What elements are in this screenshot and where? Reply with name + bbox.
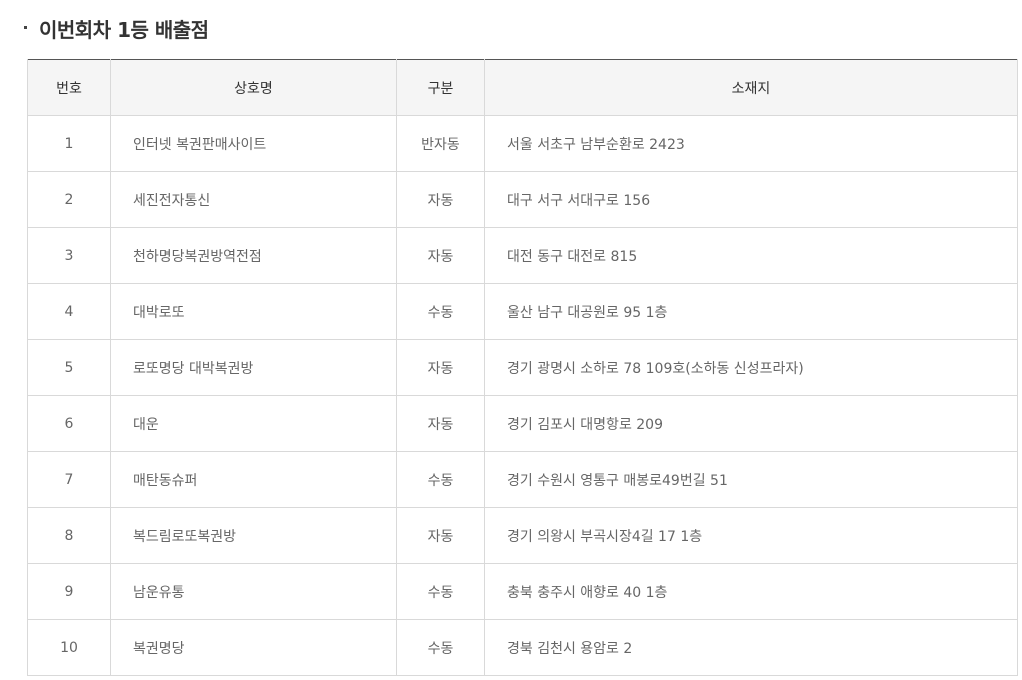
row-type: 자동: [396, 507, 485, 564]
section-header: 이번회차 1등 배출점: [24, 12, 209, 44]
row-address: 서울 서초구 남부순환로 2423: [484, 115, 1018, 172]
table-row: 10 복권명당 수동 경북 김천시 용암로 2: [27, 619, 1018, 676]
row-type: 자동: [396, 395, 485, 452]
table-header-row: 번호 상호명 구분 소재지: [27, 59, 1018, 116]
row-address: 대구 서구 서대구로 156: [484, 171, 1018, 228]
row-no: 9: [27, 563, 111, 620]
row-no: 5: [27, 339, 111, 396]
row-store-name: 세진전자통신: [110, 171, 397, 228]
row-no: 6: [27, 395, 111, 452]
row-address: 경기 광명시 소하로 78 109호(소하동 신성프라자): [484, 339, 1018, 396]
row-type: 자동: [396, 339, 485, 396]
header-address: 소재지: [484, 59, 1018, 116]
row-store-name: 로또명당 대박복권방: [110, 339, 397, 396]
row-type: 자동: [396, 171, 485, 228]
table-row: 1 인터넷 복권판매사이트 반자동 서울 서초구 남부순환로 2423: [27, 115, 1018, 172]
row-no: 7: [27, 451, 111, 508]
row-address: 대전 동구 대전로 815: [484, 227, 1018, 284]
row-store-name: 천하명당복권방역전점: [110, 227, 397, 284]
row-address: 경북 김천시 용암로 2: [484, 619, 1018, 676]
table-row: 8 복드림로또복권방 자동 경기 의왕시 부곡시장4길 17 1층: [27, 507, 1018, 564]
row-no: 2: [27, 171, 111, 228]
row-type: 반자동: [396, 115, 485, 172]
row-type: 자동: [396, 227, 485, 284]
row-store-name: 복권명당: [110, 619, 397, 676]
row-address: 경기 의왕시 부곡시장4길 17 1층: [484, 507, 1018, 564]
row-address: 울산 남구 대공원로 95 1층: [484, 283, 1018, 340]
row-no: 3: [27, 227, 111, 284]
row-address: 경기 수원시 영통구 매봉로49번길 51: [484, 451, 1018, 508]
table-row: 4 대박로또 수동 울산 남구 대공원로 95 1층: [27, 283, 1018, 340]
row-type: 수동: [396, 563, 485, 620]
row-no: 8: [27, 507, 111, 564]
row-type: 수동: [396, 451, 485, 508]
table-row: 5 로또명당 대박복권방 자동 경기 광명시 소하로 78 109호(소하동 신…: [27, 339, 1018, 396]
row-store-name: 대박로또: [110, 283, 397, 340]
header-name: 상호명: [110, 59, 397, 116]
row-store-name: 대운: [110, 395, 397, 452]
table-row: 2 세진전자통신 자동 대구 서구 서대구로 156: [27, 171, 1018, 228]
row-type: 수동: [396, 283, 485, 340]
row-store-name: 인터넷 복권판매사이트: [110, 115, 397, 172]
row-address: 경기 김포시 대명항로 209: [484, 395, 1018, 452]
winning-stores-table-wrapper: 번호 상호명 구분 소재지 1 인터넷 복권판매사이트 반자동 서울 서초구 남…: [27, 59, 1018, 676]
table-row: 3 천하명당복권방역전점 자동 대전 동구 대전로 815: [27, 227, 1018, 284]
row-no: 1: [27, 115, 111, 172]
row-no: 4: [27, 283, 111, 340]
row-address: 충북 충주시 애향로 40 1층: [484, 563, 1018, 620]
bullet-icon: [24, 25, 27, 29]
header-type: 구분: [396, 59, 485, 116]
table-row: 7 매탄동슈퍼 수동 경기 수원시 영통구 매봉로49번길 51: [27, 451, 1018, 508]
row-store-name: 남운유통: [110, 563, 397, 620]
row-no: 10: [27, 619, 111, 676]
table-row: 9 남운유통 수동 충북 충주시 애향로 40 1층: [27, 563, 1018, 620]
table-row: 6 대운 자동 경기 김포시 대명항로 209: [27, 395, 1018, 452]
header-no: 번호: [27, 59, 111, 116]
winning-stores-table: 번호 상호명 구분 소재지 1 인터넷 복권판매사이트 반자동 서울 서초구 남…: [27, 59, 1018, 676]
row-type: 수동: [396, 619, 485, 676]
section-title: 이번회차 1등 배출점: [39, 17, 209, 42]
row-store-name: 매탄동슈퍼: [110, 451, 397, 508]
row-store-name: 복드림로또복권방: [110, 507, 397, 564]
